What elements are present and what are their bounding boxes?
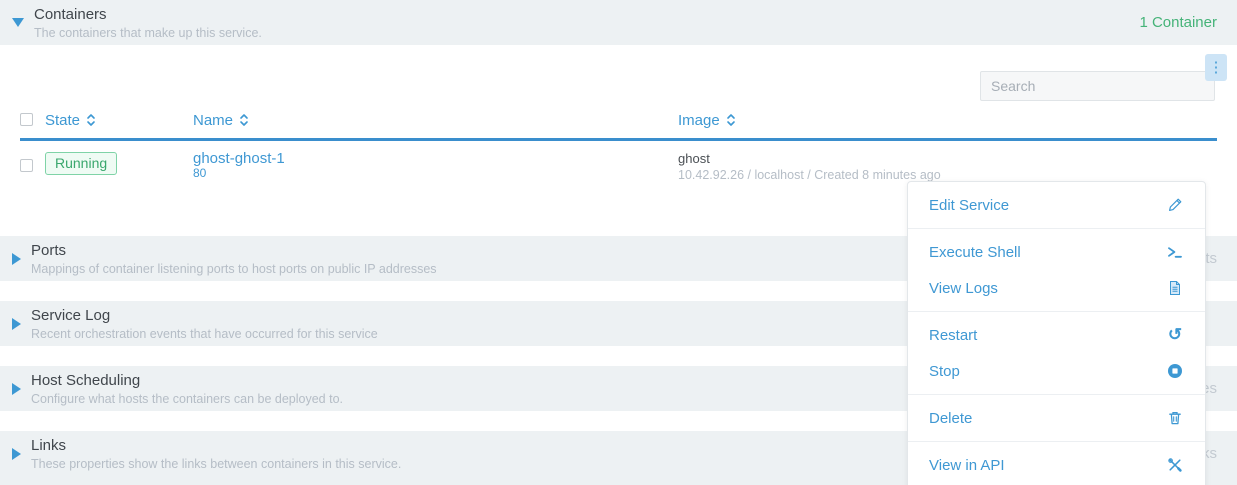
menu-item-execute-shell[interactable]: Execute Shell [908, 234, 1205, 270]
sort-icon[interactable] [86, 112, 96, 128]
image-name: ghost [678, 151, 1217, 166]
section-subtitle: The containers that make up this service… [34, 26, 1139, 40]
tools-icon [1166, 456, 1184, 474]
menu-item-edit-service[interactable]: Edit Service [908, 187, 1205, 223]
row-actions-button[interactable]: ⋮ [1205, 54, 1227, 81]
pencil-icon [1166, 196, 1184, 214]
expand-arrow-icon[interactable] [12, 448, 21, 460]
trash-icon [1166, 409, 1184, 427]
column-header-name[interactable]: Name [193, 112, 678, 129]
row-actions-menu: Edit Service Execute Shell View Logs Res… [907, 181, 1206, 485]
menu-item-view-in-api[interactable]: View in API [908, 447, 1205, 483]
expand-arrow-icon[interactable] [12, 253, 21, 265]
expand-arrow-icon[interactable] [12, 318, 21, 330]
container-count-badge: 1 Container [1139, 14, 1217, 31]
status-badge: Running [45, 152, 117, 175]
table-header-row: State Name Image [20, 111, 1217, 141]
column-header-state[interactable]: State [45, 112, 193, 129]
stop-icon [1166, 362, 1184, 380]
search-input[interactable] [980, 71, 1215, 101]
collapse-arrow-icon[interactable] [12, 18, 24, 27]
image-details: 10.42.92.26 / localhost / Created 8 minu… [678, 168, 1217, 182]
container-port-link[interactable]: 80 [193, 166, 206, 180]
row-checkbox[interactable] [20, 159, 33, 172]
expand-arrow-icon[interactable] [12, 383, 21, 395]
sort-icon[interactable] [239, 112, 249, 128]
section-title: Containers [34, 6, 1139, 24]
menu-item-stop[interactable]: Stop [908, 353, 1205, 389]
restart-icon: ↺ [1166, 326, 1184, 344]
sort-icon[interactable] [726, 112, 736, 128]
container-name-link[interactable]: ghost-ghost-1 [193, 150, 285, 167]
file-icon [1166, 279, 1184, 297]
column-header-image[interactable]: Image [678, 112, 1185, 129]
select-all-checkbox[interactable] [20, 113, 33, 126]
menu-item-delete[interactable]: Delete [908, 400, 1205, 436]
containers-section-header[interactable]: Containers The containers that make up t… [0, 0, 1237, 45]
menu-item-view-logs[interactable]: View Logs [908, 270, 1205, 306]
terminal-icon [1166, 243, 1184, 261]
menu-item-restart[interactable]: Restart ↺ [908, 317, 1205, 353]
